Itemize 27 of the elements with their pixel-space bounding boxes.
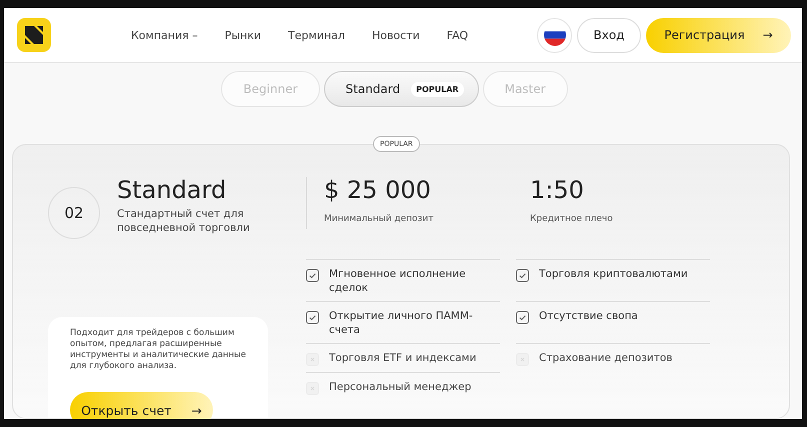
stat-label: Кредитное плечо	[530, 214, 614, 224]
feature-label: Мгновенное исполнение сделок	[329, 267, 467, 295]
feature-label: Открытие личного ПАММ-счета	[329, 309, 474, 337]
feature-label: Отсутствие свопа	[539, 309, 639, 323]
popular-badge: POPULAR	[411, 82, 464, 96]
nav-link[interactable]: Терминал	[288, 28, 345, 42]
plan-number: 02	[48, 187, 100, 239]
plan-name: Standard	[117, 175, 228, 205]
plan-tab[interactable]: Standard POPULAR	[324, 71, 479, 107]
feature-label: Персональный менеджер	[329, 380, 472, 394]
feature-label: Торговля криптовалютами	[539, 267, 689, 281]
login-button[interactable]: Вход	[577, 18, 641, 52]
nav-link[interactable]: Компания –	[131, 28, 198, 42]
feature-label: Торговля ETF и индексами	[329, 351, 478, 365]
stat-value: 1:50	[530, 175, 585, 205]
plan-description: Стандартный счет для повседневной торговли	[117, 207, 251, 235]
register-button[interactable]: Регистрация →	[646, 18, 791, 52]
stat-value: $ 25 000	[324, 175, 432, 205]
language-button[interactable]	[537, 18, 572, 52]
feature-label: Страхование депозитов	[539, 351, 674, 365]
stat-label: Минимальный депозит	[324, 214, 434, 224]
nav-link[interactable]: Рынки	[224, 28, 262, 42]
nav-link[interactable]: Новости	[372, 28, 420, 42]
summary-text: Подходит для трейдеров с большим опытом, предлагая расширенные инструменты и аналитические данные для глубокого анализа.	[70, 328, 246, 372]
logo-icon	[17, 18, 51, 52]
nav-link[interactable]: FAQ	[446, 28, 468, 42]
open-account-button[interactable]: Открыть счет →	[70, 392, 213, 419]
